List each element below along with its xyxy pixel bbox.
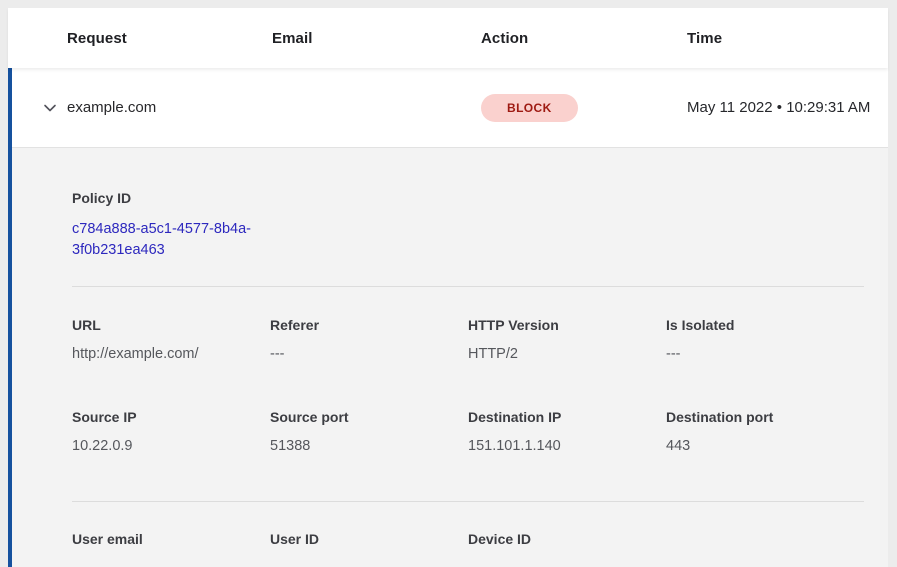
field-label: User email (72, 531, 270, 547)
field-label: HTTP Version (468, 317, 666, 333)
column-header-email: Email (272, 30, 481, 47)
column-header-request: Request (67, 30, 272, 47)
field-label: Referer (270, 317, 468, 333)
field-is-isolated: Is Isolated --- (666, 317, 864, 362)
field-label: URL (72, 317, 270, 333)
field-source-port: Source port 51388 (270, 409, 468, 454)
field-value: 51388 (270, 438, 468, 454)
field-user-id: User ID --- (270, 531, 468, 567)
field-value: --- (72, 560, 270, 567)
field-value: --- (270, 346, 468, 362)
column-header-time: Time (687, 30, 888, 47)
http-fields-row: URL http://example.com/ Referer --- HTTP… (72, 317, 864, 362)
policy-id-link[interactable]: c784a888-a5c1-4577-8b4a-3f0b231ea463 (72, 219, 270, 261)
column-header-action: Action (481, 30, 687, 47)
field-url: URL http://example.com/ (72, 317, 270, 362)
field-label: Source IP (72, 409, 270, 425)
field-label: User ID (270, 531, 468, 547)
divider (72, 286, 864, 287)
expanded-row-group: example.com BLOCK May 11 2022 • 10:29:31… (8, 68, 888, 567)
request-cell: example.com (67, 99, 272, 116)
action-cell: BLOCK (481, 94, 687, 122)
divider (72, 501, 864, 502)
field-value: 443 (666, 438, 864, 454)
field-destination-ip: Destination IP 151.101.1.140 (468, 409, 666, 454)
field-http-version: HTTP Version HTTP/2 (468, 317, 666, 362)
field-value: 151.101.1.140 (468, 438, 666, 454)
detail-panel: Policy ID c784a888-a5c1-4577-8b4a-3f0b23… (12, 148, 888, 567)
field-referer: Referer --- (270, 317, 468, 362)
field-label: Destination port (666, 409, 864, 425)
user-fields-row: User email --- User ID --- Device ID --- (72, 531, 864, 567)
field-value: --- (468, 560, 666, 567)
status-badge-block: BLOCK (481, 94, 578, 122)
chevron-down-icon[interactable] (42, 100, 58, 116)
policy-id-label: Policy ID (72, 190, 864, 206)
field-value: 10.22.0.9 (72, 438, 270, 454)
field-value: http://example.com/ (72, 346, 270, 362)
field-destination-port: Destination port 443 (666, 409, 864, 454)
field-label: Destination IP (468, 409, 666, 425)
network-fields-row: Source IP 10.22.0.9 Source port 51388 De… (72, 409, 864, 454)
field-user-email: User email --- (72, 531, 270, 567)
policy-section: Policy ID c784a888-a5c1-4577-8b4a-3f0b23… (72, 190, 864, 261)
table-row[interactable]: example.com BLOCK May 11 2022 • 10:29:31… (12, 68, 888, 148)
field-value: HTTP/2 (468, 346, 666, 362)
field-value: --- (666, 346, 864, 362)
log-table: Request Email Action Time example.com BL… (8, 8, 888, 567)
field-label: Source port (270, 409, 468, 425)
field-value: --- (270, 560, 468, 567)
table-header: Request Email Action Time (8, 8, 888, 68)
field-device-id: Device ID --- (468, 531, 666, 567)
field-label: Is Isolated (666, 317, 864, 333)
time-cell: May 11 2022 • 10:29:31 AM (687, 96, 883, 120)
field-source-ip: Source IP 10.22.0.9 (72, 409, 270, 454)
field-empty (666, 531, 864, 567)
field-label: Device ID (468, 531, 666, 547)
